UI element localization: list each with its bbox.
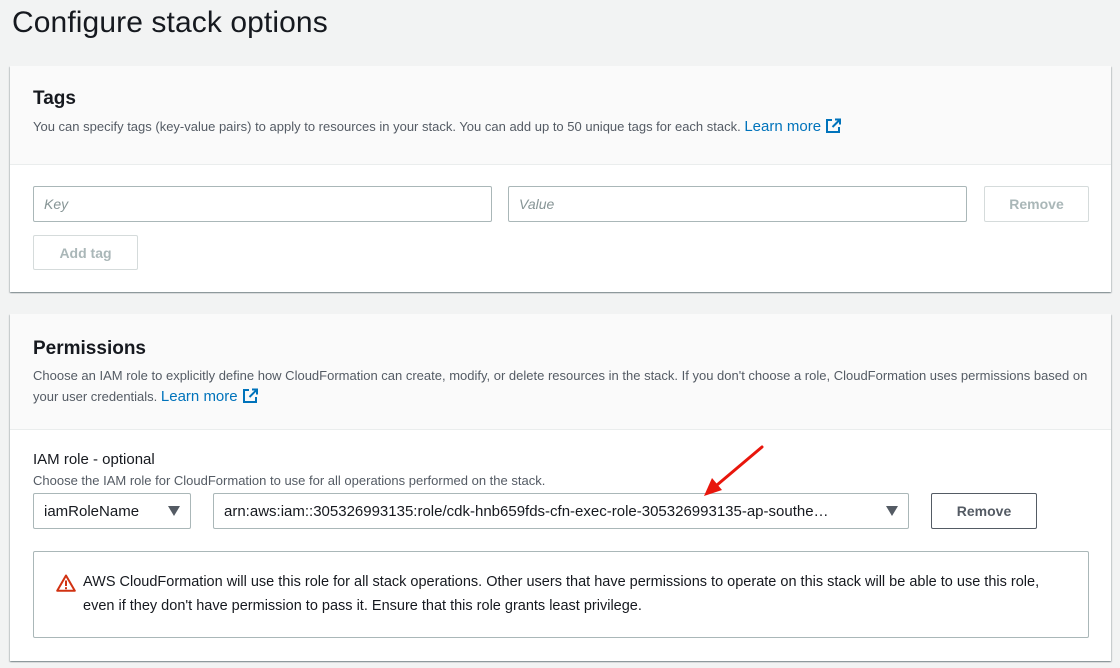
permissions-title: Permissions <box>33 338 146 359</box>
caret-down-icon <box>168 506 180 516</box>
warning-alert: AWS CloudFormation will use this role fo… <box>33 551 1089 638</box>
external-link-icon <box>242 388 258 403</box>
add-tag-label: Add tag <box>59 244 112 261</box>
tags-learn-more-label: Learn more <box>744 118 822 135</box>
permissions-panel: Permissions Choose an IAM role to explic… <box>10 314 1111 661</box>
iam-role-remove-label: Remove <box>956 503 1012 519</box>
iam-role-arn-select[interactable]: arn:aws:iam::305326993135:role/cdk-hnb65… <box>213 493 909 529</box>
tags-title: Tags <box>33 88 76 109</box>
tag-key-input[interactable] <box>33 186 492 222</box>
iam-role-arn-value: arn:aws:iam::305326993135:role/cdk-hnb65… <box>224 502 829 520</box>
tag-remove-label: Remove <box>1009 196 1064 212</box>
tags-panel-header: Tags You can specify tags (key-value pai… <box>10 66 1111 165</box>
iam-role-type-value: iamRoleName <box>44 502 140 520</box>
tags-panel: Tags You can specify tags (key-value pai… <box>10 66 1111 292</box>
tags-description-text: You can specify tags (key-value pairs) t… <box>33 119 741 134</box>
iam-role-type-select[interactable]: iamRoleName <box>33 493 191 529</box>
permissions-learn-more-label: Learn more <box>160 388 238 405</box>
permissions-description: Choose an IAM role to explicitly define … <box>33 365 1088 407</box>
permissions-panel-header: Permissions Choose an IAM role to explic… <box>10 314 1111 430</box>
page-title: Configure stack options <box>12 6 328 39</box>
tag-value-input[interactable] <box>508 186 967 222</box>
tag-remove-button[interactable]: Remove <box>984 186 1089 222</box>
tags-description: You can specify tags (key-value pairs) t… <box>33 116 1088 137</box>
iam-role-hint: Choose the IAM role for CloudFormation t… <box>33 473 546 488</box>
iam-role-label: IAM role - optional <box>33 451 155 468</box>
external-link-icon <box>826 118 842 133</box>
tags-learn-more-link[interactable]: Learn more <box>744 118 842 135</box>
iam-role-remove-button[interactable]: Remove <box>931 493 1037 529</box>
warning-icon <box>56 574 76 592</box>
permissions-learn-more-link[interactable]: Learn more <box>161 388 259 405</box>
add-tag-button[interactable]: Add tag <box>33 235 138 270</box>
caret-down-icon <box>886 506 898 516</box>
warning-text: AWS CloudFormation will use this role fo… <box>83 574 1040 614</box>
